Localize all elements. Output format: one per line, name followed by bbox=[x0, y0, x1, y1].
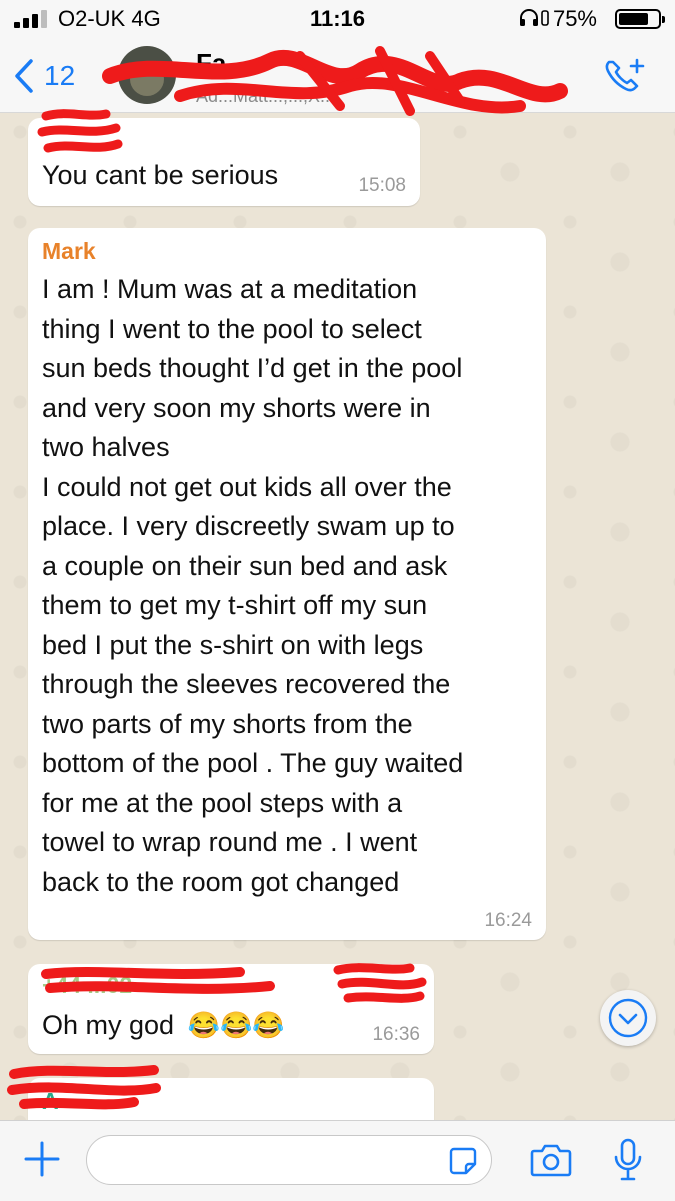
message-line: bottom of the pool . The guy waited bbox=[42, 748, 464, 778]
laughing-emojis: 😂😂😂 bbox=[187, 1010, 285, 1040]
back-button[interactable]: 12 bbox=[14, 56, 75, 96]
message-line: thing I went to the pool to select bbox=[42, 313, 422, 344]
message-line: through the sleeves recovered the bbox=[42, 669, 451, 699]
chevron-left-icon bbox=[15, 59, 33, 93]
chat-title[interactable]: Fa bbox=[196, 48, 226, 79]
message-line: place. I very discreetly swam up to bbox=[42, 511, 455, 541]
message-line: I could not get out kids all over the bbox=[42, 471, 452, 502]
message-line: two halves bbox=[42, 432, 170, 462]
message-time: 16:36 bbox=[372, 1024, 420, 1045]
message-time: 16:24 bbox=[484, 910, 532, 931]
message-line: and very soon my shorts were in bbox=[42, 392, 431, 423]
message-line: back to the room got changed bbox=[42, 866, 400, 897]
chat-header: 12 Fa Ad...Matt...,...,X... bbox=[0, 38, 675, 113]
message-line: towel to wrap round me . I went bbox=[42, 827, 418, 857]
scroll-to-bottom-button[interactable] bbox=[600, 990, 656, 1046]
sender-name: +44 ...02 bbox=[42, 972, 133, 998]
chevron-down-circle-icon bbox=[608, 998, 648, 1038]
message-text: You cant be serious bbox=[42, 160, 279, 190]
battery-icon bbox=[615, 9, 665, 29]
message-line: two parts of my shorts from the bbox=[42, 708, 413, 739]
message-bubble[interactable]: +44 ...02 Oh my god 😂😂😂 16:36 bbox=[28, 964, 434, 1054]
sticker-icon[interactable] bbox=[448, 1146, 478, 1176]
message-input-bar bbox=[0, 1120, 675, 1201]
message-bubble[interactable]: You cant be serious 15:08 bbox=[28, 118, 420, 206]
status-bar: O2-UK 4G 11:16 75% bbox=[0, 0, 675, 38]
sender-name: A bbox=[42, 1088, 59, 1114]
message-bubble[interactable]: Mark I am ! Mum was at a meditation thing… bbox=[28, 228, 546, 940]
message-text: Oh my god 😂😂😂 bbox=[42, 1006, 285, 1046]
battery-percentage: 75% bbox=[552, 6, 597, 31]
orientation-lock-icon bbox=[541, 10, 549, 26]
unread-count: 12 bbox=[44, 60, 76, 91]
headphones-icon bbox=[520, 9, 538, 26]
message-line: bed I put the s-shirt on with legs bbox=[42, 629, 424, 660]
message-line: for me at the pool steps with a bbox=[42, 787, 403, 818]
message-time: 15:08 bbox=[358, 175, 406, 196]
sender-name: Mark bbox=[42, 238, 96, 264]
camera-icon[interactable] bbox=[530, 1141, 572, 1179]
message-text: I am ! Mum was at a meditation thing I we… bbox=[42, 270, 463, 902]
message-text-body: Oh my god bbox=[42, 1010, 175, 1040]
group-avatar[interactable] bbox=[118, 46, 176, 104]
add-call-icon[interactable] bbox=[603, 56, 647, 96]
participants-subtitle[interactable]: Ad...Matt...,...,X... bbox=[196, 86, 566, 107]
message-line: a couple on their sun bed and ask bbox=[42, 550, 448, 581]
message-line: them to get my t-shirt off my sun bbox=[42, 590, 428, 620]
message-line: I am ! Mum was at a meditation bbox=[42, 274, 418, 304]
plus-icon[interactable] bbox=[22, 1139, 62, 1179]
microphone-icon[interactable] bbox=[612, 1137, 644, 1183]
message-input[interactable] bbox=[86, 1135, 492, 1185]
message-line: sun beds thought I’d get in the pool bbox=[42, 353, 463, 383]
